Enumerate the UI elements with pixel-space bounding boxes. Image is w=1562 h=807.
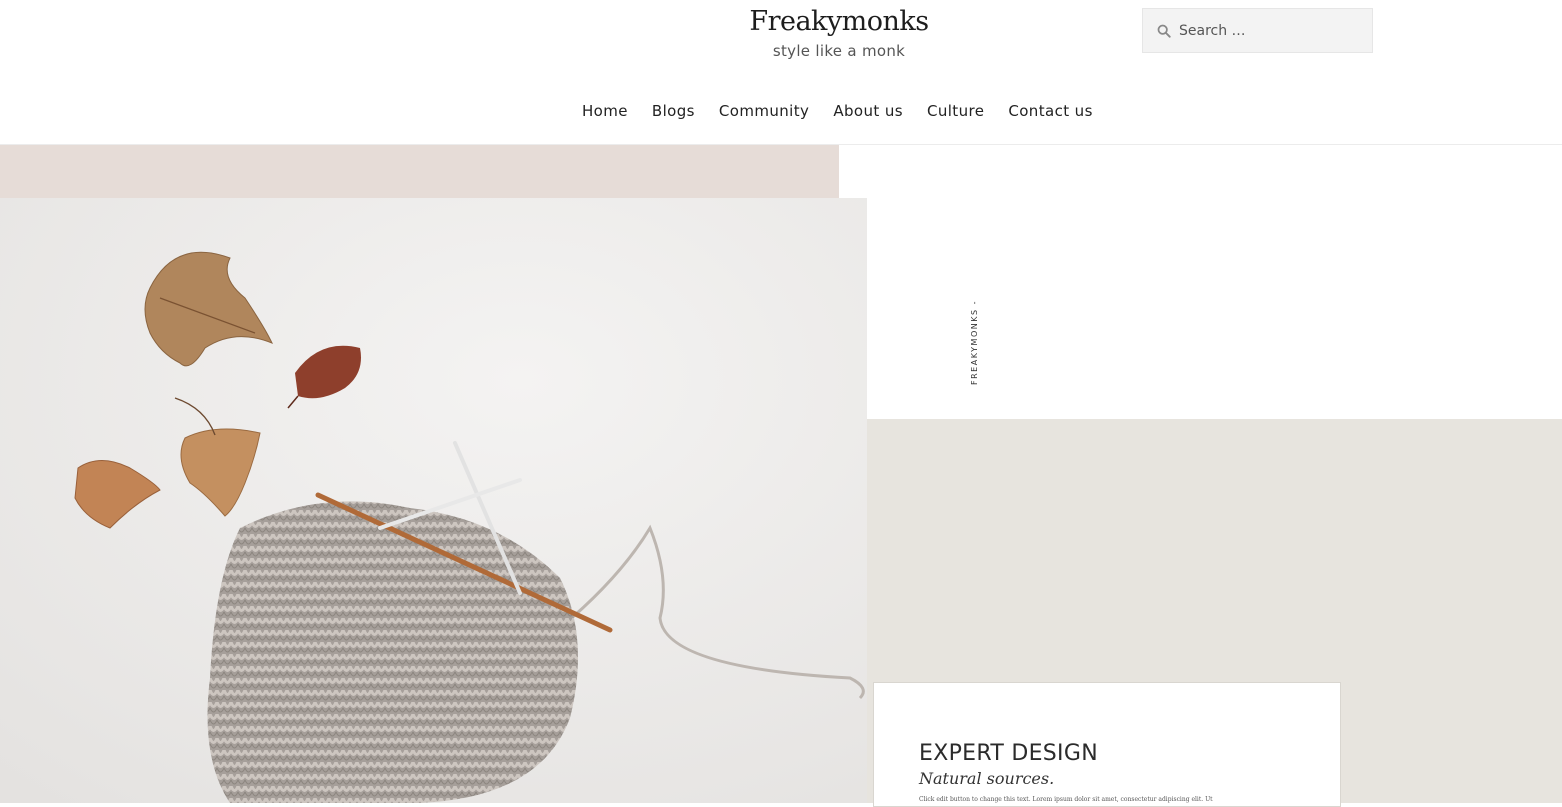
search-input[interactable] [1179,22,1359,39]
vertical-brand-label: FREAKYMONKS - [970,300,979,385]
nav-item-about-us[interactable]: About us [833,102,903,120]
search-icon [1157,24,1171,38]
feature-card: EXPERT DESIGN Natural sources. Click edi… [873,682,1341,807]
nav-item-contact-us[interactable]: Contact us [1008,102,1092,120]
hero-pink-band [0,145,839,198]
nav-item-blogs[interactable]: Blogs [652,102,695,120]
nav-item-home[interactable]: Home [582,102,628,120]
hero-illustration [0,198,867,803]
nav-item-community[interactable]: Community [719,102,809,120]
main-nav: Home Blogs Community About us Culture Co… [582,102,1093,120]
search-box[interactable] [1142,8,1373,53]
nav-item-culture[interactable]: Culture [927,102,984,120]
feature-card-title: EXPERT DESIGN [919,741,1098,766]
feature-card-body: Click edit button to change this text. L… [919,796,1213,803]
feature-card-subtitle: Natural sources. [919,769,1055,788]
hero-photo [0,198,867,803]
